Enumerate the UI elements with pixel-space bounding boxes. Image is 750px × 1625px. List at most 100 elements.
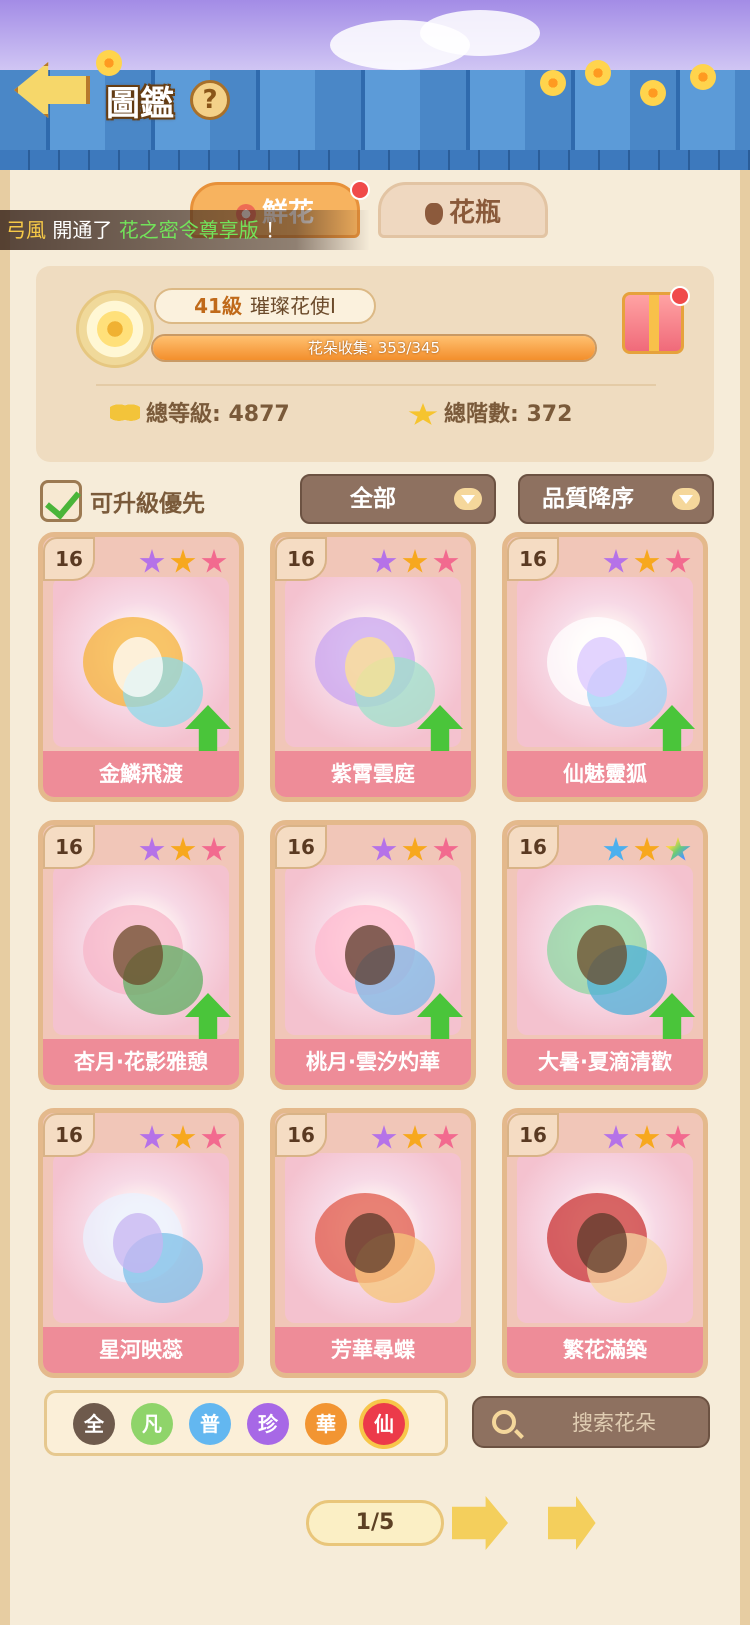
quality-stars <box>366 837 459 867</box>
tab-label: 花瓶 <box>448 198 501 228</box>
total-level-label: 總等級: 4877 <box>146 402 290 427</box>
cloud <box>420 10 540 56</box>
help-icon[interactable]: ? <box>190 80 230 120</box>
blossom-decoration <box>690 64 716 90</box>
level-badge: 16 <box>43 1113 95 1157</box>
flower-card[interactable]: 16 紫霄雲庭 <box>270 532 476 802</box>
artwork-shape <box>113 925 163 985</box>
star-icon <box>408 403 438 425</box>
page-title: 圖鑑 <box>106 84 174 124</box>
orange-star-icon <box>402 837 428 861</box>
artwork-shape <box>345 1213 395 1273</box>
pink-star-icon <box>201 1125 227 1149</box>
quality-stars <box>366 549 459 579</box>
artwork-shape <box>577 925 627 985</box>
flower-card[interactable]: 16 金鱗飛渡 <box>38 532 244 802</box>
divider <box>96 384 656 386</box>
tab-vases[interactable]: 花瓶 <box>378 182 548 238</box>
collection-stats-panel: 41級 璀璨花使I 花朵收集: 353/345 總等級: 4877 總階數: 37… <box>36 266 714 462</box>
marquee-text: ！ <box>265 218 286 242</box>
blossom-decoration <box>585 60 611 86</box>
purple-star-icon <box>371 837 397 861</box>
rarity-filter-button[interactable]: 仙 <box>363 1403 405 1445</box>
sort-dropdown[interactable]: 品質降序 <box>518 474 714 524</box>
quality-stars <box>134 1125 227 1155</box>
orange-star-icon <box>634 549 660 573</box>
collection-progress-bar: 花朵收集: 353/345 <box>151 334 597 362</box>
flower-card[interactable]: 16 桃月·雲汐灼華 <box>270 820 476 1090</box>
purple-star-icon <box>139 837 165 861</box>
pink-star-icon <box>433 837 459 861</box>
purple-star-icon <box>139 549 165 573</box>
level-badge: 16 <box>275 537 327 581</box>
category-dropdown[interactable]: 全部 <box>300 474 496 524</box>
flower-emblem-icon <box>76 290 154 368</box>
notification-dot <box>670 286 690 306</box>
rarity-filter-button[interactable]: 全 <box>73 1403 115 1445</box>
flower-artwork <box>53 1153 229 1323</box>
vase-icon <box>424 202 443 225</box>
blossom-decoration <box>96 50 122 76</box>
flower-name: 桃月·雲汐灼華 <box>275 1039 471 1085</box>
flower-card[interactable]: 16 芳華尋蝶 <box>270 1108 476 1378</box>
flower-name: 芳華尋蝶 <box>275 1327 471 1373</box>
orange-star-icon <box>634 837 660 861</box>
pink-star-icon <box>433 549 459 573</box>
flower-card[interactable]: 16 繁花滿築 <box>502 1108 708 1378</box>
orange-star-icon <box>170 549 196 573</box>
total-level-stat: 總等級: 4877 <box>110 398 290 432</box>
level-badge: 16 <box>275 1113 327 1157</box>
level-badge: 16 <box>507 537 559 581</box>
total-tier-label: 總階數: 372 <box>444 402 573 427</box>
flower-name: 繁花滿築 <box>507 1327 703 1373</box>
search-box[interactable] <box>472 1396 710 1448</box>
orange-star-icon <box>634 1125 660 1149</box>
flower-name: 星河映蕊 <box>43 1327 239 1373</box>
rarity-filter-button[interactable]: 華 <box>305 1403 347 1445</box>
flower-name: 仙魅靈狐 <box>507 751 703 797</box>
sprout-icon <box>110 403 140 427</box>
upgrade-first-checkbox[interactable] <box>40 480 82 522</box>
rarity-filter-button[interactable]: 珍 <box>247 1403 289 1445</box>
flower-card[interactable]: 16 仙魅靈狐 <box>502 532 708 802</box>
quality-stars <box>598 837 691 867</box>
flower-name: 紫霄雲庭 <box>275 751 471 797</box>
chevron-down-icon <box>672 488 700 510</box>
level-value: 41級 <box>194 294 242 318</box>
upgrade-first-label: 可升級優先 <box>90 491 205 517</box>
chevron-down-icon <box>454 488 482 510</box>
purple-star-icon <box>139 1125 165 1149</box>
marquee-highlight: 花之密令尊享版 <box>118 218 259 242</box>
rarity-filter-button[interactable]: 凡 <box>131 1403 173 1445</box>
pink-star-icon <box>201 837 227 861</box>
purple-star-icon <box>371 1125 397 1149</box>
artwork-shape <box>113 637 163 697</box>
orange-star-icon <box>170 1125 196 1149</box>
artwork-shape <box>577 637 627 697</box>
flower-artwork <box>285 1153 461 1323</box>
page-indicator: 1/5 <box>306 1500 444 1546</box>
quality-stars <box>598 549 691 579</box>
purple-star-icon <box>603 549 629 573</box>
marquee-player-name: 弓風 <box>6 218 46 242</box>
flower-name: 杏月·花影雅憩 <box>43 1039 239 1085</box>
flower-card[interactable]: 16 大暑·夏滴清歡 <box>502 820 708 1090</box>
pink-star-icon <box>665 1125 691 1149</box>
pink-star-icon <box>201 549 227 573</box>
rarity-filter-bar: 全凡普珍華仙 <box>44 1390 448 1456</box>
level-title: 璀璨花使I <box>249 294 336 318</box>
rarity-filter-button[interactable]: 普 <box>189 1403 231 1445</box>
level-badge: 16 <box>507 1113 559 1157</box>
blossom-decoration <box>640 80 666 106</box>
quality-stars <box>598 1125 691 1155</box>
pink-star-icon <box>665 549 691 573</box>
search-input[interactable] <box>530 1406 698 1440</box>
rainbow-star-icon <box>665 837 691 861</box>
quality-stars <box>366 1125 459 1155</box>
flower-card[interactable]: 16 星河映蕊 <box>38 1108 244 1378</box>
flower-card[interactable]: 16 杏月·花影雅憩 <box>38 820 244 1090</box>
quality-stars <box>134 837 227 867</box>
artwork-shape <box>345 925 395 985</box>
level-badge: 16 <box>507 825 559 869</box>
blue-star-icon <box>603 837 629 861</box>
